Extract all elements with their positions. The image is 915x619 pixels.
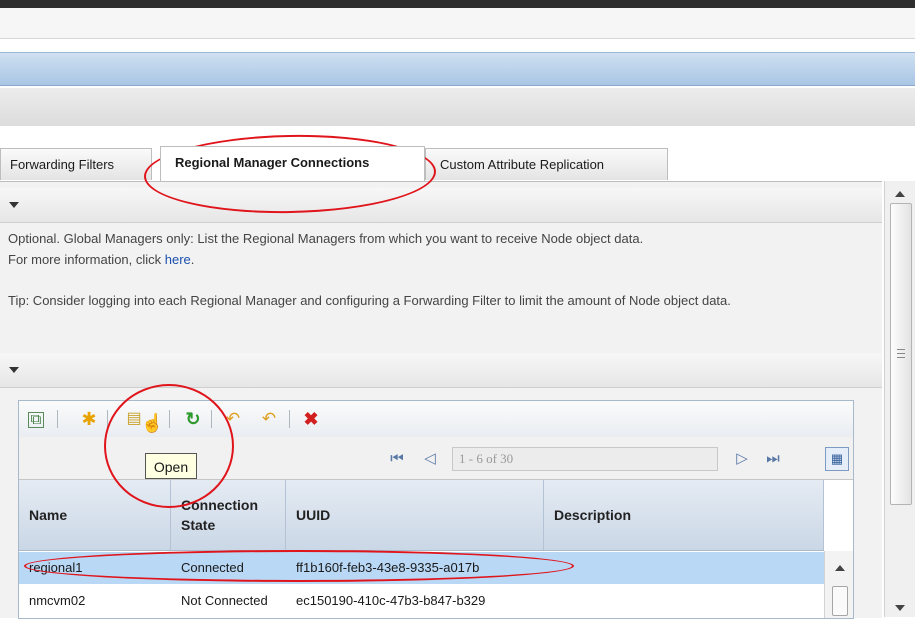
cell-description	[554, 552, 822, 584]
column-header-description[interactable]: Description	[544, 480, 824, 550]
cell-uuid: ff1b160f-feb3-43e8-9335-a017b	[296, 560, 480, 575]
table-row[interactable]: nmcvm02 Not Connected ec150190-410c-47b3…	[19, 585, 824, 617]
section-description: Optional. Global Managers only: List the…	[8, 228, 874, 270]
tip-text: Tip: Consider logging into each Regional…	[8, 293, 731, 308]
next-page-icon[interactable]: ▷	[731, 449, 753, 469]
cell-description	[554, 585, 822, 617]
undo-icon[interactable]: ↶	[223, 409, 243, 429]
window-title-bar	[0, 0, 915, 8]
scroll-down-icon[interactable]	[895, 605, 905, 611]
open-in-window-icon[interactable]: ⧉	[28, 412, 44, 428]
connections-table-panel: ⧉ ✱ ▤ ☝ ↻ ↶ ↶ ✖ ⏮ ◁ 1 - 6 of 30 ▷ ⏭ ▦ Na…	[18, 400, 854, 619]
tab-forwarding-filters[interactable]: Forwarding Filters	[0, 148, 152, 180]
description-line-1: Optional. Global Managers only: List the…	[8, 231, 644, 246]
new-icon[interactable]: ✱	[79, 409, 99, 429]
collapse-icon[interactable]	[9, 202, 19, 208]
table-scrollbar[interactable]	[824, 551, 853, 618]
column-header-uuid[interactable]: UUID	[286, 480, 544, 550]
refresh-icon[interactable]: ↻	[183, 409, 203, 429]
form-toolbar-band	[0, 88, 915, 127]
table-section-header[interactable]	[0, 353, 882, 388]
undo-all-icon[interactable]: ↶	[259, 409, 279, 429]
cell-uuid: ec150190-410c-47b3-b847-b329	[296, 593, 486, 608]
scroll-up-icon[interactable]	[835, 565, 845, 571]
tab-label: Forwarding Filters	[10, 157, 115, 172]
scroll-thumb[interactable]	[890, 203, 912, 505]
table-toolbar: ⧉ ✱ ▤ ☝ ↻ ↶ ↶ ✖	[19, 401, 853, 438]
collapse-icon[interactable]	[9, 367, 19, 373]
cell-connection-state: Not Connected	[181, 593, 268, 608]
tab-regional-manager-connections[interactable]: Regional Manager Connections	[160, 146, 425, 181]
previous-page-icon[interactable]: ◁	[419, 449, 441, 469]
first-page-icon[interactable]: ⏮	[386, 449, 408, 469]
column-header-name[interactable]: Name	[19, 480, 171, 550]
cell-name: nmcvm02	[29, 593, 86, 608]
page-scrollbar[interactable]	[884, 181, 915, 617]
help-link[interactable]: here	[165, 252, 191, 267]
tab-label: Regional Manager Connections	[175, 155, 370, 170]
tooltip: Open	[145, 453, 197, 479]
cell-connection-state: Connected	[181, 560, 244, 575]
header-band	[0, 52, 915, 86]
delete-icon[interactable]: ✖	[301, 409, 321, 429]
menu-band	[0, 8, 915, 39]
view-icon[interactable]: ▦	[825, 447, 849, 471]
column-header-connection-state[interactable]: Connection State	[171, 480, 286, 550]
description-line-2: For more information, click here.	[8, 252, 195, 267]
tab-custom-attribute-replication[interactable]: Custom Attribute Replication	[425, 148, 668, 180]
cell-name: regional1	[29, 560, 83, 575]
table-row[interactable]: regional1 Connected ff1b160f-feb3-43e8-9…	[19, 552, 824, 584]
scroll-up-icon[interactable]	[895, 191, 905, 197]
last-page-icon[interactable]: ⏭	[762, 449, 784, 469]
tab-label: Custom Attribute Replication	[440, 157, 605, 172]
section-header[interactable]	[0, 188, 882, 223]
table-header: Name Connection State UUID Description	[19, 480, 824, 551]
hand-cursor-icon: ☝	[141, 413, 164, 433]
page-range-field[interactable]: 1 - 6 of 30	[452, 447, 718, 471]
scroll-thumb[interactable]	[832, 586, 848, 616]
